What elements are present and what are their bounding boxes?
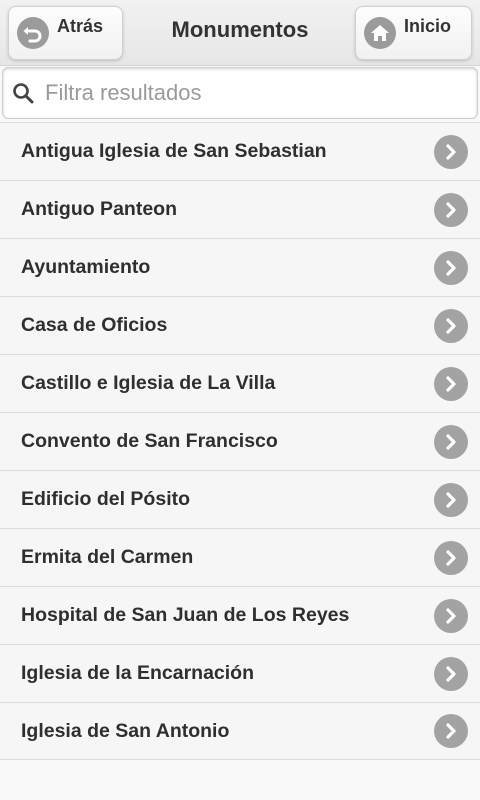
- chevron-right-icon: [434, 656, 468, 691]
- chevron-right-icon: [434, 134, 468, 169]
- list-item[interactable]: Ayuntamiento: [0, 238, 480, 296]
- list-item-label: Ermita del Carmen: [21, 546, 194, 568]
- list-item-label: Antiguo Panteon: [21, 198, 177, 220]
- list-item-label: Castillo e Iglesia de La Villa: [21, 372, 276, 394]
- back-button-label: Atrás: [57, 15, 104, 36]
- list-item-label: Iglesia de la Encarnación: [21, 662, 255, 684]
- home-icon: [364, 17, 396, 49]
- chevron-right-icon: [434, 482, 468, 517]
- back-button[interactable]: Atrás: [8, 6, 123, 60]
- list-item[interactable]: Hospital de San Juan de Los Reyes: [0, 586, 480, 644]
- list-item[interactable]: Casa de Oficios: [0, 296, 480, 354]
- list-item[interactable]: Convento de San Francisco: [0, 412, 480, 470]
- list-item-label: Convento de San Francisco: [21, 430, 278, 452]
- home-button[interactable]: Inicio: [355, 6, 472, 60]
- chevron-right-icon: [434, 598, 468, 633]
- chevron-right-icon: [434, 250, 468, 285]
- list-item-label: Iglesia de San Antonio: [21, 719, 230, 742]
- list-item-label: Hospital de San Juan de Los Reyes: [21, 604, 350, 626]
- monument-list: Antigua Iglesia de San Sebastian Antiguo…: [0, 122, 480, 760]
- list-item-label: Ayuntamiento: [21, 256, 151, 278]
- chevron-right-icon: [434, 192, 468, 227]
- list-item-label: Casa de Oficios: [21, 314, 168, 336]
- search-icon: [13, 83, 34, 104]
- chevron-right-icon: [434, 308, 468, 343]
- list-item[interactable]: Antiguo Panteon: [0, 180, 480, 238]
- home-button-label: Inicio: [404, 15, 452, 36]
- list-item[interactable]: Edificio del Pósito: [0, 470, 480, 528]
- list-item[interactable]: Iglesia de San Antonio: [0, 702, 480, 760]
- list-item[interactable]: Castillo e Iglesia de La Villa: [0, 354, 480, 412]
- back-arrow-icon: [17, 17, 49, 49]
- list-item[interactable]: Ermita del Carmen: [0, 528, 480, 586]
- chevron-right-icon: [434, 366, 468, 401]
- list-item-label: Antigua Iglesia de San Sebastian: [21, 140, 327, 162]
- list-item-label: Edificio del Pósito: [21, 488, 191, 510]
- chevron-right-icon: [434, 714, 468, 748]
- chevron-right-icon: [434, 540, 468, 575]
- page-title: Monumentos: [171, 17, 309, 42]
- search-bar: [2, 67, 478, 119]
- chevron-right-icon: [434, 424, 468, 459]
- list-item[interactable]: Antigua Iglesia de San Sebastian: [0, 122, 480, 180]
- list-item[interactable]: Iglesia de la Encarnación: [0, 644, 480, 702]
- search-input[interactable]: [45, 80, 445, 106]
- header-bar: Atrás Monumentos Inicio: [0, 0, 480, 66]
